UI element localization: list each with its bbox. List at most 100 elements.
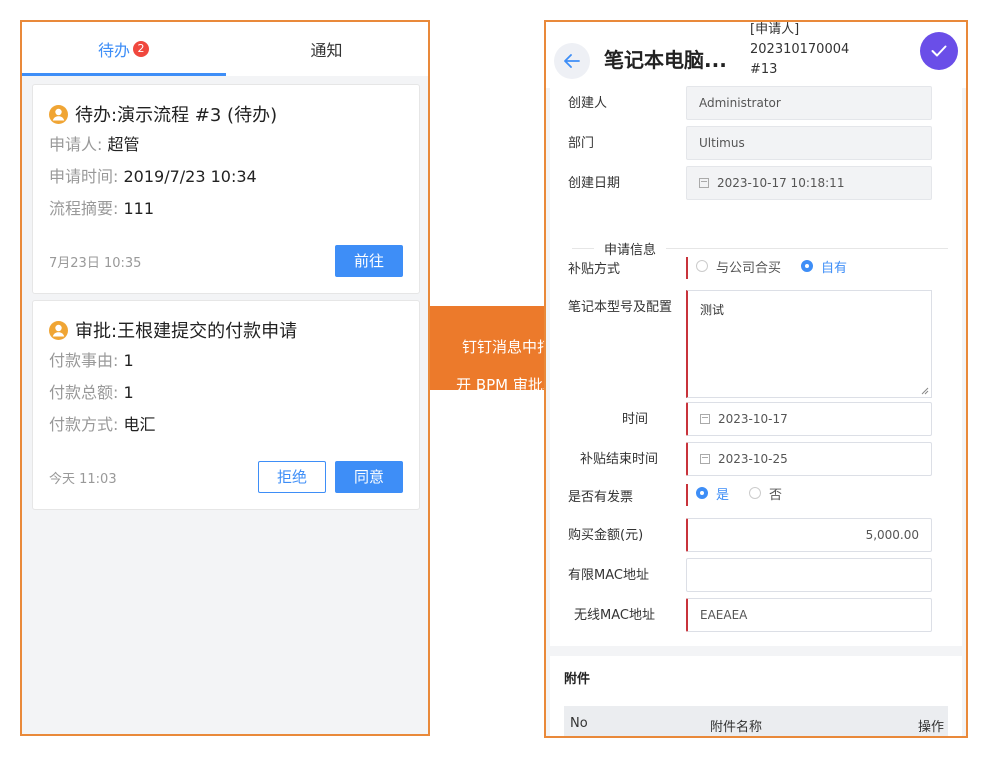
department-field: Ultimus — [686, 126, 932, 160]
laptop-model-textarea[interactable]: 测试 — [686, 290, 932, 398]
wireless-mac-label: 无线MAC地址 — [574, 608, 655, 623]
section-title: 申请信息 — [594, 239, 667, 258]
form-body: 创建人 Administrator 部门 Ultimus 创建日期 2023-1… — [550, 86, 962, 646]
laptop-model-value: 测试 — [700, 303, 725, 317]
wireless-mac-field[interactable]: EAEAEA — [686, 598, 932, 632]
go-button[interactable]: 前往 — [334, 245, 403, 277]
radio-dot — [696, 260, 708, 272]
purchase-amount-label: 购买金额(元) — [568, 528, 644, 543]
radio-label: 自有 — [821, 260, 848, 276]
subsidy-start-value: 2023-10-17 — [718, 412, 788, 426]
radio-label: 与公司合买 — [716, 260, 782, 276]
tab-todo-label: 待办 — [97, 41, 130, 60]
purchase-amount-field[interactable]: 5,000.00 — [686, 518, 932, 552]
form-number: 202310170004 — [750, 42, 850, 57]
created-date-field: 2023-10-17 10:18:11 — [686, 166, 932, 200]
bpm-approval-form-screen: 笔记本电脑... [申请人] 202310170004 #13 创建人 Admi… — [544, 20, 968, 738]
card-field: 申请人: 超管 — [49, 129, 403, 161]
field-label: 付款事由: — [49, 351, 124, 370]
tab-bar: 待办 2 通知 — [22, 22, 428, 76]
created-date-label: 创建日期 — [568, 176, 621, 191]
field-label: 申请时间: — [49, 167, 124, 186]
tab-notice[interactable]: 通知 — [225, 22, 428, 76]
radio-dot — [749, 487, 762, 499]
card-title: 审批:王根建提交的付款申请 — [49, 315, 403, 345]
card-title: 待办:演示流程 #3 (待办) — [49, 99, 403, 129]
card-field: 付款总额: 1 — [49, 377, 403, 409]
reject-button[interactable]: 拒绝 — [257, 461, 326, 493]
card-timestamp: 今天 11:03 — [49, 471, 117, 487]
field-label: 申请人: — [49, 135, 108, 154]
user-avatar-icon — [49, 320, 68, 340]
card-actions: 拒绝 同意 — [257, 461, 403, 493]
field-value: 电汇 — [123, 415, 156, 434]
subsidy-end-label: 补贴结束时间 — [580, 452, 659, 467]
applicant-tag: [申请人] — [750, 22, 800, 37]
form-subtitle: [申请人] 202310170004 #13 — [750, 22, 850, 80]
card-field: 付款事由: 1 — [49, 345, 403, 377]
invoice-label: 是否有发票 — [568, 490, 634, 505]
form-header: 笔记本电脑... [申请人] 202310170004 #13 — [546, 22, 966, 88]
radio-invoice-yes[interactable]: 是 — [696, 484, 729, 503]
attachments-table-header: No 附件名称 操作 — [564, 706, 948, 736]
col-no: No — [570, 716, 588, 731]
attachments-title: 附件 — [564, 672, 591, 687]
card-actions: 前往 — [334, 245, 403, 277]
resize-handle-icon[interactable] — [921, 387, 929, 395]
arrow-left-icon — [564, 54, 580, 68]
wireless-mac-value: EAEAEA — [700, 608, 748, 622]
radio-label: 否 — [769, 487, 783, 503]
required-marker — [686, 484, 688, 506]
creator-label: 创建人 — [568, 96, 608, 111]
field-value: 111 — [123, 199, 155, 218]
field-label: 流程摘要: — [49, 199, 124, 218]
subsidy-method-label: 补贴方式 — [568, 262, 621, 277]
subsidy-start-label: 时间 — [622, 412, 649, 427]
creator-value: Administrator — [699, 96, 781, 110]
todo-card[interactable]: 待办:演示流程 #3 (待办) 申请人: 超管 申请时间: 2019/7/23 … — [32, 84, 420, 294]
submit-button[interactable] — [920, 32, 958, 70]
radio-invoice-no[interactable]: 否 — [749, 484, 782, 503]
check-icon — [931, 45, 947, 57]
card-title-text: 待办:演示流程 #3 (待办) — [75, 105, 278, 126]
col-attachment-name: 附件名称 — [710, 720, 763, 735]
field-value: 2019/7/23 10:34 — [123, 167, 257, 186]
card-footer: 今天 11:03 拒绝 同意 — [49, 461, 403, 493]
radio-label: 是 — [716, 487, 730, 503]
department-label: 部门 — [568, 136, 595, 151]
card-field: 付款方式: 电汇 — [49, 409, 403, 441]
calendar-icon — [700, 454, 710, 464]
calendar-icon — [700, 414, 710, 424]
card-timestamp: 7月23日 10:35 — [49, 255, 142, 271]
radio-self-owned[interactable]: 自有 — [801, 257, 847, 276]
tab-todo[interactable]: 待办 2 — [22, 22, 225, 76]
required-marker — [686, 257, 688, 279]
department-value: Ultimus — [699, 136, 745, 150]
agree-button[interactable]: 同意 — [334, 461, 403, 493]
radio-dot — [696, 487, 708, 499]
wired-mac-field[interactable] — [686, 558, 932, 592]
radio-joint-purchase[interactable]: 与公司合买 — [696, 257, 781, 276]
tab-notice-label: 通知 — [310, 41, 343, 60]
field-value: 1 — [123, 383, 134, 402]
back-button[interactable] — [554, 43, 590, 79]
purchase-amount-value: 5,000.00 — [865, 528, 919, 542]
field-value: 超管 — [107, 135, 140, 154]
created-date-value: 2023-10-17 10:18:11 — [717, 176, 845, 190]
dingtalk-todo-screen: 待办 2 通知 待办:演示流程 #3 (待办) 申请人: 超管 申请时间: 20… — [20, 20, 430, 736]
col-action: 操作 — [917, 720, 944, 735]
attachments-section: 附件 No 附件名称 操作 — [550, 656, 962, 736]
field-label: 付款总额: — [49, 383, 124, 402]
invoice-radios: 是 否 — [696, 483, 802, 503]
radio-dot — [801, 260, 814, 272]
subsidy-end-value: 2023-10-25 — [718, 452, 788, 466]
user-avatar-icon — [49, 104, 68, 124]
card-footer: 7月23日 10:35 前往 — [49, 245, 403, 277]
subsidy-end-field[interactable]: 2023-10-25 — [686, 442, 932, 476]
laptop-model-label: 笔记本型号及配置 — [568, 300, 673, 315]
subsidy-method-radios: 与公司合买 自有 — [696, 256, 867, 276]
subsidy-start-field[interactable]: 2023-10-17 — [686, 402, 932, 436]
card-title-text: 审批:王根建提交的付款申请 — [75, 321, 298, 342]
approval-card[interactable]: 审批:王根建提交的付款申请 付款事由: 1 付款总额: 1 付款方式: 电汇 今… — [32, 300, 420, 510]
card-field: 申请时间: 2019/7/23 10:34 — [49, 161, 403, 193]
